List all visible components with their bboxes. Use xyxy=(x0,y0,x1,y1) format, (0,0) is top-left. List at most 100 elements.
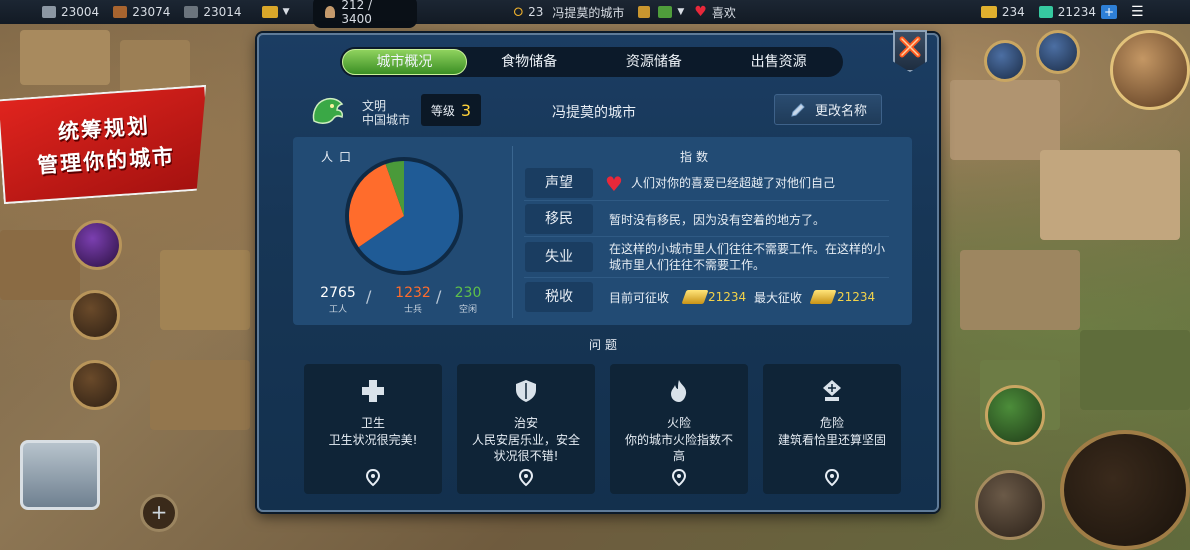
workshop-button[interactable] xyxy=(70,360,120,410)
issue-card-danger[interactable]: 危险 建筑看恰里还算坚固 xyxy=(763,364,901,494)
mood-value: 喜欢 xyxy=(711,5,736,20)
gold-counter: 234 xyxy=(980,5,1025,19)
stone-icon xyxy=(42,6,56,18)
locate-pin-icon[interactable] xyxy=(518,469,534,487)
resource-iron-value: 23014 xyxy=(203,5,242,19)
chevron-down-icon: ▼ xyxy=(677,7,685,17)
building[interactable] xyxy=(950,80,1060,160)
locate-pin-icon[interactable] xyxy=(671,469,687,487)
issue-card-security[interactable]: 治安 人民安居乐业，安全状况很不错! xyxy=(457,364,595,494)
citizen-icon xyxy=(325,6,336,18)
index-text-prestige: 人们对你的喜爱已经超越了对他们自己 xyxy=(631,176,836,190)
separator: / xyxy=(366,287,372,306)
building[interactable] xyxy=(20,30,110,85)
add-gems-button[interactable]: + xyxy=(1100,5,1117,19)
index-label-unemployment: 失业 xyxy=(525,242,593,272)
issues-title: 问题 xyxy=(589,338,622,352)
city-name: 冯提莫的城市 xyxy=(552,105,636,121)
promo-banner: 统筹规划 管理你的城市 xyxy=(0,85,213,204)
resource-bar: 23004 23074 23014 ▼ 212 / 3400 ⭘ 23 冯提莫的… xyxy=(0,0,1190,28)
rename-button[interactable]: 更改名称 xyxy=(774,94,882,125)
tab-bar: 城市概况 食物储备 资源储备 出售资源 xyxy=(340,47,843,77)
add-button[interactable]: + xyxy=(140,494,178,532)
tab-sell-resources[interactable]: 出售资源 xyxy=(716,49,841,75)
gold-icon xyxy=(980,6,997,18)
issue-title: 治安 xyxy=(513,416,538,430)
heart-icon: ♥ xyxy=(605,172,623,196)
issue-desc: 人民安居乐业，安全状况很不错! xyxy=(471,433,580,463)
rename-label: 更改名称 xyxy=(814,104,867,119)
food-icon[interactable] xyxy=(638,6,651,18)
market-button[interactable] xyxy=(70,290,120,340)
tax-max-label: 最大征收 xyxy=(754,291,803,305)
dragon-emblem-icon xyxy=(312,97,344,124)
resource-wood: 23074 xyxy=(113,5,170,19)
menu-icon: ☰ xyxy=(1130,4,1144,20)
issue-card-sanitation[interactable]: 卫生 卫生状况很完美! xyxy=(304,364,442,494)
city-level[interactable]: ⭘ 23 冯提莫的城市 xyxy=(513,4,624,21)
workers-label: 工人 xyxy=(328,305,347,315)
mood-indicator: ♥ 喜欢 xyxy=(694,4,736,21)
tab-city-overview[interactable]: 城市概况 xyxy=(342,49,467,75)
building[interactable] xyxy=(160,250,250,330)
resource-iron: 23014 xyxy=(184,5,242,19)
wood-icon xyxy=(113,6,128,18)
level-label: 等级 xyxy=(430,103,455,118)
terrain-button[interactable] xyxy=(985,385,1045,445)
issue-desc: 你的城市火险指数不高 xyxy=(624,433,733,463)
idle-count: 230 xyxy=(454,285,482,301)
gem-value: 21234 xyxy=(1057,5,1096,19)
gold-bars-icon xyxy=(261,6,278,18)
separator: / xyxy=(436,287,442,306)
tax-current-value: 21234 xyxy=(708,290,747,304)
resource-stone: 23004 xyxy=(42,5,99,19)
map-button[interactable] xyxy=(20,440,100,510)
tab-resource-storage[interactable]: 资源储备 xyxy=(592,49,717,75)
level-icon: ⭘ xyxy=(513,4,524,19)
gold-bars-menu[interactable]: ▼ xyxy=(261,6,290,18)
gold-value: 234 xyxy=(1001,5,1025,19)
building[interactable] xyxy=(1040,150,1180,240)
issue-desc: 卫生状况很完美! xyxy=(328,433,418,447)
tab-food-storage[interactable]: 食物储备 xyxy=(467,49,592,75)
tax-max-value: 21234 xyxy=(837,290,876,304)
tree-menu[interactable]: ▼ xyxy=(658,6,684,18)
shovel-button[interactable] xyxy=(975,470,1045,540)
building-warning-icon xyxy=(823,380,841,401)
locate-pin-icon[interactable] xyxy=(824,469,840,487)
shield-icon xyxy=(516,380,536,402)
health-cross-icon xyxy=(362,380,384,402)
gem-icon xyxy=(1038,6,1053,18)
chevron-down-icon: ▼ xyxy=(282,7,290,17)
fire-icon xyxy=(671,380,687,402)
civilization-name: 中国城市 xyxy=(362,113,411,127)
tree-icon xyxy=(658,6,673,18)
building[interactable] xyxy=(960,250,1080,330)
building[interactable] xyxy=(150,360,250,430)
level-value: 3 xyxy=(460,100,472,120)
banner-line-2: 管理你的城市 xyxy=(36,143,176,178)
build-button[interactable] xyxy=(1060,430,1190,550)
menu-button[interactable]: ☰ xyxy=(1131,4,1144,20)
city-level-box: 等级 3 xyxy=(421,94,481,126)
advisor-button[interactable] xyxy=(1036,30,1080,74)
issue-title: 火险 xyxy=(666,416,691,430)
issue-title: 卫生 xyxy=(360,416,385,430)
index-label-immigration: 移民 xyxy=(525,204,593,234)
city-level-value: 23 xyxy=(528,5,544,19)
magic-orb-button[interactable] xyxy=(72,220,122,270)
issue-desc: 建筑看恰里还算坚固 xyxy=(777,433,886,447)
resource-stone-value: 23004 xyxy=(61,5,100,19)
issue-title: 危险 xyxy=(819,416,844,430)
advisor-button[interactable] xyxy=(984,40,1026,82)
index-label-tax: 税收 xyxy=(525,282,593,312)
soldiers-count: 1232 xyxy=(395,285,431,301)
avatar[interactable] xyxy=(1110,30,1190,110)
field[interactable] xyxy=(1080,330,1190,410)
pencil-icon xyxy=(791,102,805,117)
issue-card-fire[interactable]: 火险 你的城市火险指数不高 xyxy=(610,364,748,494)
building[interactable] xyxy=(0,230,80,300)
soldiers-label: 士兵 xyxy=(403,305,422,315)
workers-count: 2765 xyxy=(320,285,356,301)
locate-pin-icon[interactable] xyxy=(365,469,381,487)
